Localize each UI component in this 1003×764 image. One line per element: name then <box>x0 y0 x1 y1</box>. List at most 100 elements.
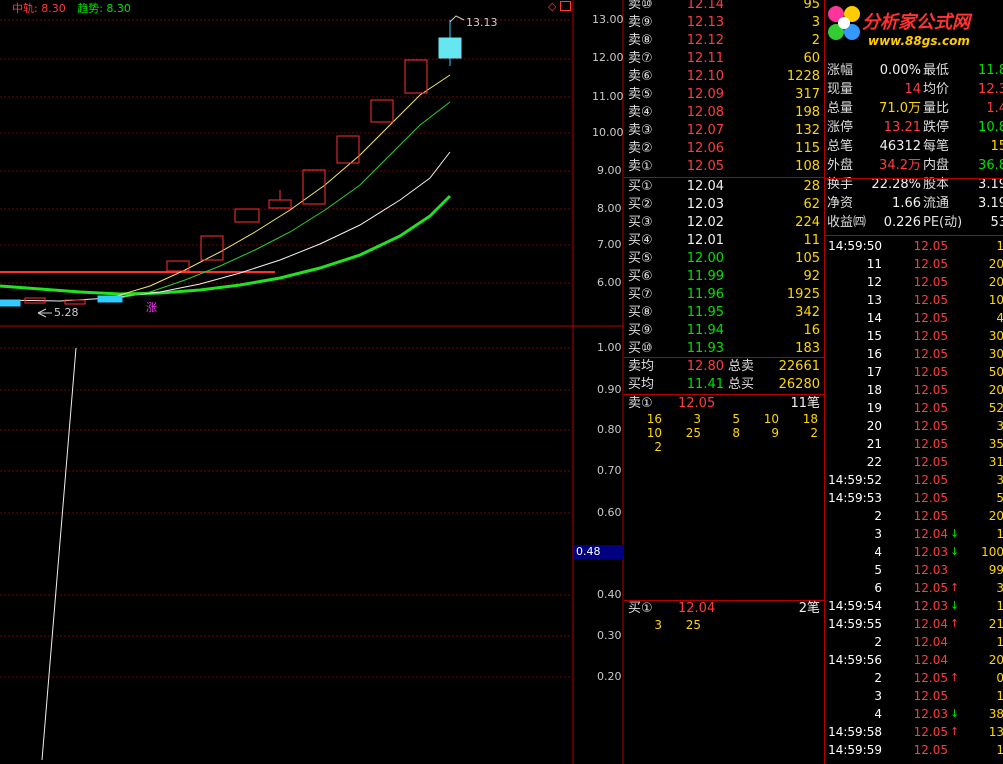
sell-queue-label: 卖① <box>628 396 653 411</box>
tick-price: 12.05 <box>913 509 948 523</box>
ask-level[interactable]: 卖① 12.05 108 <box>624 158 824 176</box>
bid-level[interactable]: 买⑥ 11.99 92 <box>624 268 824 286</box>
tick-price: 12.05 <box>913 275 948 289</box>
ask-level[interactable]: 卖⑨ 12.13 3 <box>624 14 824 32</box>
stat-value: 11.8 <box>978 63 1003 78</box>
tick-volume: 20 <box>988 257 1003 271</box>
stat-label: 现量 <box>827 82 854 97</box>
tick-row[interactable]: 14:59:56 12.04 20 <box>824 651 1003 669</box>
stat-label: 收益㈣ <box>827 215 867 230</box>
tick-row[interactable]: 2 12.05 ↑ 0 <box>824 669 1003 687</box>
quote-stat-row: 现量 14 均价 12.3 <box>827 80 1003 99</box>
high-price-label: 13.13 <box>466 16 498 29</box>
tick-volume: 50 <box>988 365 1003 379</box>
stat-label: 净资 <box>827 196 854 211</box>
queue-order: 25 <box>685 618 701 632</box>
stat-value: 0.00% <box>879 63 921 78</box>
ask-price: 12.08 <box>686 105 724 120</box>
bid-level[interactable]: 买② 12.03 62 <box>624 196 824 214</box>
tick-row[interactable]: 21 12.05 35 <box>824 435 1003 453</box>
quote-panel: 分析家公式网 www.88gs.com 涨幅 0.00% 最低 11.8 现量 14 均价 1… <box>824 0 1003 764</box>
tick-row[interactable]: 18 12.05 20 <box>824 381 1003 399</box>
stat-value: 1.4 <box>986 101 1003 116</box>
ask-label: 卖⑧ <box>628 33 653 48</box>
tick-price: 12.03 <box>913 563 948 577</box>
tick-direction-icon: ↓ <box>950 527 960 540</box>
bid-level[interactable]: 买④ 12.01 11 <box>624 232 824 250</box>
tick-row[interactable]: 14:59:55 12.04 ↑ 21 <box>824 615 1003 633</box>
tick-time: 14 <box>866 311 882 325</box>
tick-row[interactable]: 19 12.05 52 <box>824 399 1003 417</box>
tick-row[interactable]: 6 12.05 ↑ 3 <box>824 579 1003 597</box>
stat-label: 均价 <box>923 82 950 97</box>
ask-label: 卖① <box>628 159 653 174</box>
ask-volume: 132 <box>795 123 820 138</box>
tick-row[interactable]: 14:59:50 12.05 1 <box>824 237 1003 255</box>
tick-row[interactable]: 16 12.05 30 <box>824 345 1003 363</box>
ask-volume: 108 <box>795 159 820 174</box>
tick-volume: 30 <box>988 347 1003 361</box>
tick-price: 12.05 <box>913 293 948 307</box>
tick-row[interactable]: 14:59:52 12.05 3 <box>824 471 1003 489</box>
bid-level[interactable]: 买⑩ 11.93 183 <box>624 340 824 358</box>
tick-price: 12.05 <box>913 311 948 325</box>
stat-value: 34.2万 <box>879 158 921 173</box>
high-arrow-icon <box>449 15 465 23</box>
ask-level[interactable]: 卖② 12.06 115 <box>624 140 824 158</box>
ask-level[interactable]: 卖⑦ 12.11 60 <box>624 50 824 68</box>
bid-label: 买⑧ <box>628 305 653 320</box>
tick-time: 16 <box>866 347 882 361</box>
bid-volume: 105 <box>795 251 820 266</box>
tick-row[interactable]: 20 12.05 3 <box>824 417 1003 435</box>
tick-direction-icon: ↑ <box>950 725 960 738</box>
ask-level[interactable]: 卖⑥ 12.10 1228 <box>624 68 824 86</box>
tick-volume: 3 <box>996 419 1003 433</box>
stat-value: 14 <box>904 82 921 97</box>
tick-row[interactable]: 12 12.05 20 <box>824 273 1003 291</box>
bid-level[interactable]: 买⑨ 11.94 16 <box>624 322 824 340</box>
tick-price: 12.04 <box>913 617 948 631</box>
tick-row[interactable]: 3 12.04 ↓ 1 <box>824 525 1003 543</box>
tick-row[interactable]: 4 12.03 ↓ 38 <box>824 705 1003 723</box>
logo-url: www.88gs.com <box>868 34 970 48</box>
bid-level[interactable]: 买⑦ 11.96 1925 <box>624 286 824 304</box>
tick-row[interactable]: 3 12.05 1 <box>824 687 1003 705</box>
bid-level[interactable]: 买③ 12.02 224 <box>624 214 824 232</box>
tick-row[interactable]: 2 12.04 1 <box>824 633 1003 651</box>
tick-row[interactable]: 17 12.05 50 <box>824 363 1003 381</box>
tick-row[interactable]: 15 12.05 30 <box>824 327 1003 345</box>
ask-level[interactable]: 卖⑤ 12.09 317 <box>624 86 824 104</box>
bid-level[interactable]: 买① 12.04 28 <box>624 178 824 196</box>
ask-level[interactable]: 卖③ 12.07 132 <box>624 122 824 140</box>
kline-chart[interactable] <box>0 0 624 764</box>
ask-level[interactable]: 卖④ 12.08 198 <box>624 104 824 122</box>
flower-logo-icon <box>828 6 860 40</box>
bid-level[interactable]: 买⑤ 12.00 105 <box>624 250 824 268</box>
tick-row[interactable]: 14:59:54 12.03 ↓ 1 <box>824 597 1003 615</box>
stat-value: 53 <box>990 215 1003 230</box>
stat-label: 涨幅 <box>827 63 854 78</box>
tick-row[interactable]: 13 12.05 10 <box>824 291 1003 309</box>
tick-row[interactable]: 11 12.05 20 <box>824 255 1003 273</box>
site-logo: 分析家公式网 www.88gs.com <box>824 0 1003 55</box>
tick-price: 12.04 <box>913 527 948 541</box>
ask-level[interactable]: 卖⑩ 12.14 95 <box>624 0 824 14</box>
bid-price: 11.96 <box>686 287 724 302</box>
ask-label: 卖④ <box>628 105 653 120</box>
tick-row[interactable]: 14:59:59 12.05 1 <box>824 741 1003 759</box>
tick-row[interactable]: 2 12.05 20 <box>824 507 1003 525</box>
stat-value: 0.226 <box>883 215 921 230</box>
queue-order: 10 <box>646 426 662 440</box>
tick-row[interactable]: 22 12.05 31 <box>824 453 1003 471</box>
tick-row[interactable]: 14:59:58 12.05 ↑ 13 <box>824 723 1003 741</box>
tick-price: 12.05 <box>913 725 948 739</box>
bid-level[interactable]: 买⑧ 11.95 342 <box>624 304 824 322</box>
tick-row[interactable]: 5 12.03 99 <box>824 561 1003 579</box>
tick-row[interactable]: 14:59:53 12.05 5 <box>824 489 1003 507</box>
bid-label: 买③ <box>628 215 653 230</box>
tick-row[interactable]: 14 12.05 4 <box>824 309 1003 327</box>
ask-price: 12.13 <box>686 15 724 30</box>
ask-level[interactable]: 卖⑧ 12.12 2 <box>624 32 824 50</box>
tick-row[interactable]: 4 12.03 ↓ 100 <box>824 543 1003 561</box>
tick-direction-icon: ↓ <box>950 599 960 612</box>
